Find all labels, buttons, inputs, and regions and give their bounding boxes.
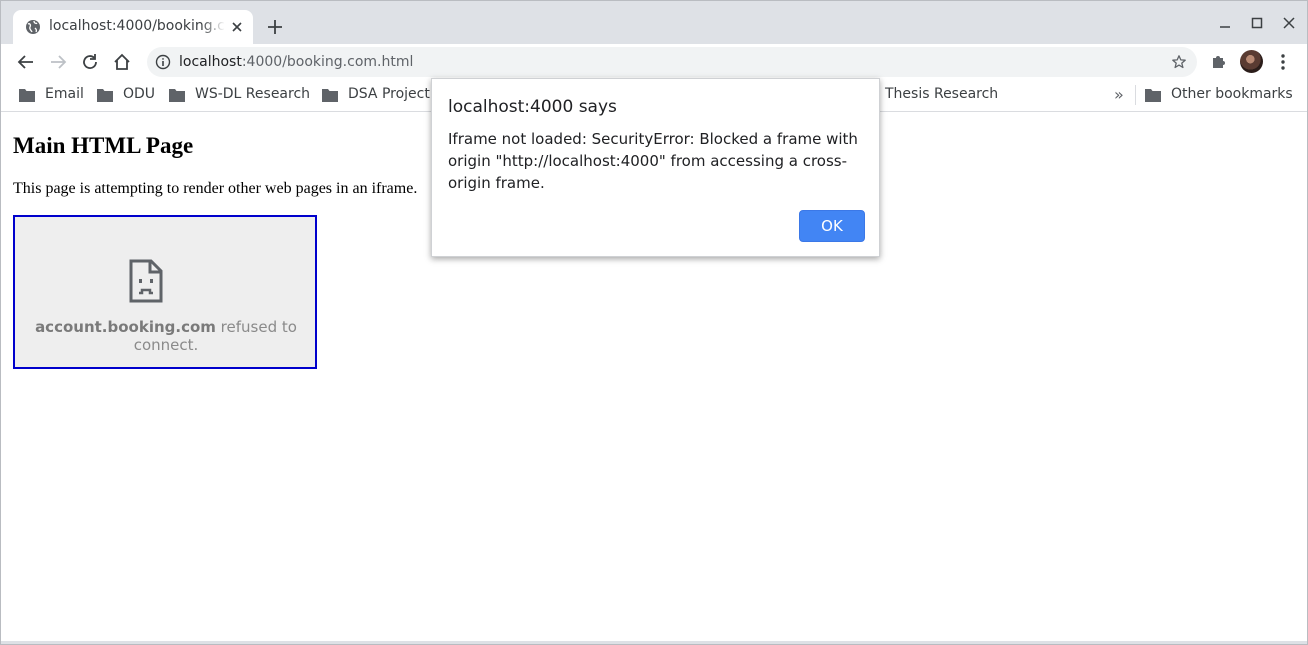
dialog-title: localhost:4000 says [448, 97, 617, 117]
page-heading: Main HTML Page [13, 133, 194, 158]
folder-icon [19, 89, 35, 102]
extensions-puzzle-icon[interactable] [1210, 52, 1228, 70]
forward-icon[interactable] [47, 51, 69, 73]
url-path: :4000/booking.com.html [241, 54, 414, 70]
iframe-frame: account.booking.com refused to connect. [13, 215, 317, 369]
bookmark-label: ODU [123, 86, 156, 102]
bookmark-label: DSA Project [348, 86, 430, 102]
folder-icon [97, 89, 113, 102]
alert-dialog: localhost:4000 says Iframe not loaded: S… [431, 78, 880, 257]
bookmark-label: WS-DL Research [195, 86, 311, 102]
close-tab-icon[interactable] [229, 19, 245, 35]
bookmark-label: Email [45, 86, 84, 102]
url-host: localhost [179, 54, 242, 70]
bookmarks-overflow-chevron[interactable]: » [1114, 85, 1124, 104]
toolbar: localhost:4000/booking.com.html [1, 44, 1307, 80]
folder-icon [169, 89, 185, 102]
info-icon[interactable] [155, 54, 171, 70]
url-text[interactable]: localhost:4000/booking.com.html [179, 54, 413, 70]
back-icon[interactable] [15, 51, 37, 73]
browser-window: localhost:4000/booking.com.html [0, 0, 1308, 645]
address-bar[interactable]: localhost:4000/booking.com.html [147, 47, 1197, 77]
bookmark-star-icon[interactable] [1171, 54, 1187, 70]
minimize-icon[interactable] [1215, 13, 1235, 33]
tab-strip: localhost:4000/booking.com.html [1, 1, 1307, 44]
iframe-error-host: account.booking.com [35, 318, 216, 336]
more-menu-icon[interactable] [1277, 52, 1289, 72]
other-bookmarks-label: Other bookmarks [1171, 86, 1293, 102]
iframe-error-message: account.booking.com refused to connect. [21, 318, 311, 354]
ok-button[interactable]: OK [799, 210, 865, 242]
maximize-icon[interactable] [1247, 13, 1267, 33]
folder-icon [1145, 89, 1161, 102]
tab-title: localhost:4000/booking.com.html [49, 18, 225, 34]
home-icon[interactable] [111, 51, 133, 73]
page-paragraph: This page is attempting to render other … [13, 180, 418, 197]
profile-avatar[interactable] [1240, 50, 1263, 73]
new-tab-icon[interactable] [264, 16, 286, 38]
folder-icon [322, 89, 338, 102]
sad-document-icon [129, 259, 163, 303]
dialog-message: Iframe not loaded: SecurityError: Blocke… [448, 130, 858, 192]
bookmark-label: Thesis Research [885, 86, 999, 102]
window-bottom-border [1, 641, 1307, 644]
globe-icon [26, 20, 40, 34]
bookmarks-separator [1135, 85, 1136, 105]
reload-icon[interactable] [79, 51, 101, 73]
close-window-icon[interactable] [1279, 13, 1299, 33]
tab-active[interactable]: localhost:4000/booking.com.html [13, 10, 253, 44]
